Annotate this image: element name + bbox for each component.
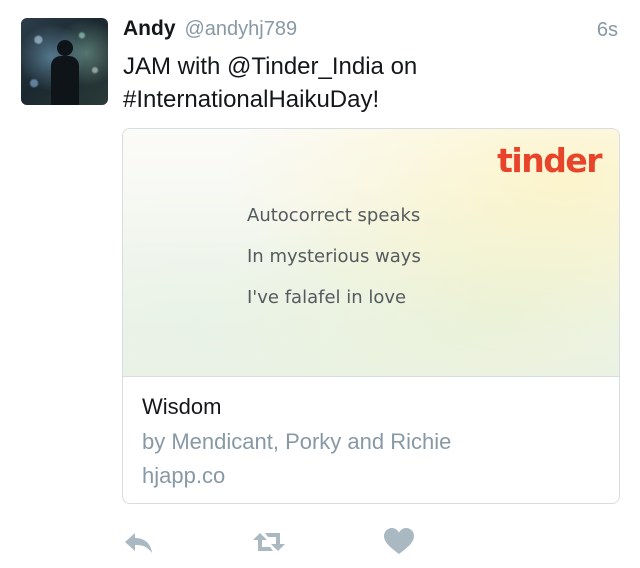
card-image: tinder Autocorrect speaks In mysterious … bbox=[123, 129, 619, 377]
tweet-text-line: #InternationalHaikuDay! bbox=[123, 86, 380, 113]
card-title: Wisdom bbox=[142, 394, 222, 419]
tweet-header: Andy @andyhj789 bbox=[123, 17, 297, 45]
author-name[interactable]: Andy bbox=[123, 17, 176, 41]
retweet-icon[interactable] bbox=[252, 525, 286, 559]
card-description: by Mendicant, Porky and Richie bbox=[142, 429, 452, 454]
tweet-timestamp[interactable]: 6s bbox=[597, 19, 618, 42]
tweet-text: JAM with @Tinder_India on #International… bbox=[123, 50, 613, 116]
haiku-text: Autocorrect speaks In mysterious ways I'… bbox=[247, 205, 421, 328]
tinder-logo: tinder bbox=[497, 141, 602, 180]
tweet-text-line: JAM with @Tinder_India on bbox=[123, 53, 418, 80]
author-handle[interactable]: @andyhj789 bbox=[185, 18, 298, 41]
link-card[interactable]: tinder Autocorrect speaks In mysterious … bbox=[122, 128, 620, 504]
haiku-line: I've falafel in love bbox=[247, 287, 407, 308]
avatar-person-head bbox=[57, 40, 73, 56]
avatar-person-body bbox=[51, 56, 79, 105]
avatar[interactable] bbox=[21, 18, 108, 105]
heart-icon[interactable] bbox=[382, 525, 416, 559]
haiku-line: In mysterious ways bbox=[247, 246, 421, 267]
haiku-line: Autocorrect speaks bbox=[247, 205, 421, 226]
reply-icon[interactable] bbox=[122, 525, 156, 559]
tweet-actions bbox=[0, 525, 640, 561]
tweet[interactable]: Andy @andyhj789 6s JAM with @Tinder_Indi… bbox=[0, 0, 640, 568]
card-domain: hjapp.co bbox=[142, 463, 226, 488]
